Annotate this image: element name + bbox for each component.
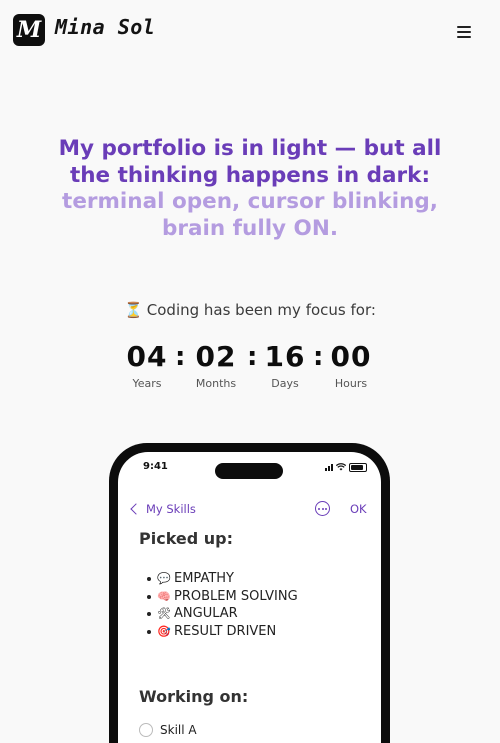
picked-up-title: Picked up: (139, 529, 234, 548)
list-item-label: PROBLEM SOLVING (174, 588, 298, 604)
focus-caption: ⏳ Coding has been my focus for: (0, 301, 500, 319)
counter-years-label: Years (132, 377, 162, 390)
counter-years-value: 04 (126, 340, 168, 373)
brain-icon: 🧠 (157, 589, 171, 603)
back-button[interactable]: My Skills (130, 502, 196, 516)
phone-screen: 9:41 My Skills OK Picked up: 💬 EMPATHY 🧠 P… (118, 452, 381, 743)
hourglass-icon: ⏳ (124, 301, 143, 319)
target-icon: 🎯 (157, 624, 171, 638)
list-item: 💬 EMPATHY (147, 570, 298, 588)
list-item-label: EMPATHY (174, 571, 234, 586)
list-item-label: ANGULAR (174, 606, 238, 622)
picked-up-list: 💬 EMPATHY 🧠 PROBLEM SOLVING 🛠 ANGULAR 🎯 RESU… (147, 570, 298, 640)
hamburger-icon (457, 26, 471, 28)
hero-line-2: the thinking happens in dark: (69, 162, 431, 188)
checklist-item[interactable]: Skill A (139, 723, 197, 737)
hero-line-1: My portfolio is in light — but all (58, 136, 442, 161)
ellipsis-icon (318, 507, 320, 510)
chevron-left-icon (130, 503, 142, 515)
focus-text: Coding has been my focus for: (146, 301, 376, 319)
wifi-icon (336, 463, 346, 471)
counter-days-value: 16 (264, 340, 306, 373)
brand-name[interactable]: Mina Sol (55, 15, 155, 39)
list-item: 🛠 ANGULAR (147, 605, 298, 623)
counter-days-label: Days (271, 377, 299, 390)
speech-bubble-icon: 💬 (157, 572, 171, 585)
more-options-button[interactable] (315, 501, 330, 516)
checkbox-circle-icon[interactable] (139, 723, 153, 737)
list-item: 🧠 PROBLEM SOLVING (147, 588, 298, 606)
counter-months: 02 Months (186, 339, 246, 390)
hero-line-4: brain fully ON. (162, 215, 338, 241)
status-icons (325, 462, 367, 472)
tools-icon: 🛠 (157, 607, 171, 621)
duration-counter: 04 Years : 02 Months : 16 Days : 00 Hour… (0, 339, 500, 399)
ok-button[interactable]: OK (350, 502, 367, 516)
counter-separator: : (175, 342, 186, 372)
back-button-label: My Skills (146, 502, 196, 516)
counter-hours-value: 00 (330, 340, 372, 373)
status-time: 9:41 (143, 461, 168, 472)
logo-letter: M (16, 17, 42, 43)
phone-mockup: 9:41 My Skills OK Picked up: 💬 EMPATHY 🧠 P… (109, 443, 390, 743)
counter-days: 16 Days (255, 339, 315, 390)
counter-hours: 00 Hours (321, 339, 381, 390)
dynamic-island (215, 463, 283, 479)
hero-line-3: terminal open, cursor blinking, (62, 189, 438, 214)
counter-years: 04 Years (117, 339, 177, 390)
list-item: 🎯 RESULT DRIVEN (147, 623, 298, 641)
list-item-label: RESULT DRIVEN (174, 623, 277, 639)
working-on-title: Working on: (139, 687, 249, 706)
battery-icon (349, 462, 367, 472)
counter-months-label: Months (195, 377, 237, 390)
hero-heading: My portfolio is in light — but all the t… (20, 136, 480, 242)
hamburger-menu-button[interactable] (455, 25, 475, 39)
checklist-item-label: Skill A (160, 723, 197, 737)
counter-hours-label: Hours (334, 377, 368, 390)
counter-months-value: 02 (195, 340, 237, 373)
logo[interactable]: M (13, 14, 45, 46)
signal-icon (325, 463, 333, 471)
